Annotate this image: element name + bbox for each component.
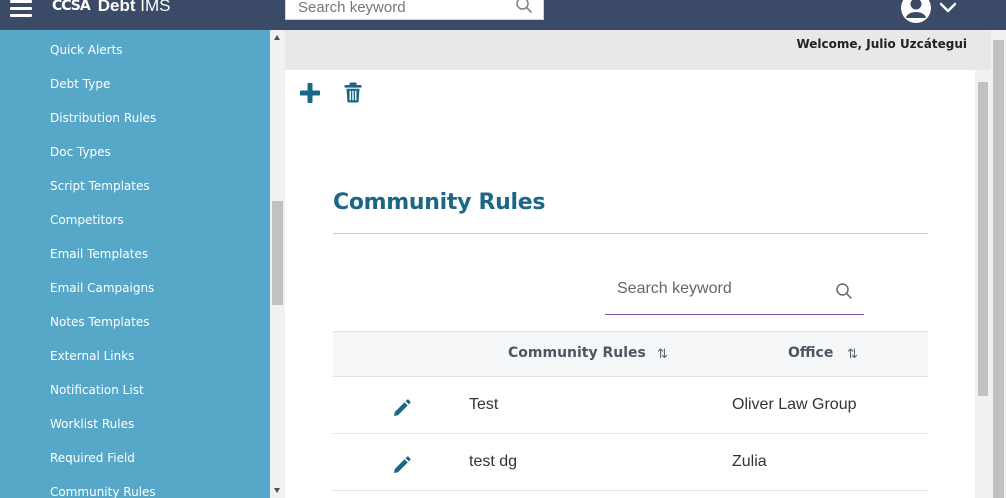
scroll-up-arrow-icon[interactable] — [274, 35, 280, 40]
trash-icon[interactable] — [342, 81, 364, 105]
sort-icon[interactable]: ⇅ — [847, 347, 858, 362]
page-scroll-thumb[interactable] — [993, 40, 1004, 498]
page-title: Community Rules — [333, 190, 546, 215]
app-logo[interactable]: CCSA Debt IMS — [52, 0, 170, 17]
cell-community-rule: test dg — [469, 453, 518, 470]
cell-office: Zulia — [732, 453, 767, 470]
sidebar-item-external-links[interactable]: External Links — [50, 349, 134, 363]
global-search-input[interactable] — [286, 0, 506, 17]
welcome-bar: Welcome, Julio Uzcátegui — [285, 30, 991, 70]
cell-office: Oliver Law Group — [732, 396, 857, 413]
sidebar-item-community-rules[interactable]: Community Rules — [50, 485, 156, 498]
sidebar-item-debt-type[interactable]: Debt Type — [50, 77, 110, 91]
content-scroll-thumb[interactable] — [978, 82, 988, 396]
top-bar: CCSA Debt IMS — [0, 0, 1006, 30]
sidebar-item-worklist-rules[interactable]: Worklist Rules — [50, 417, 134, 431]
title-divider — [333, 233, 928, 234]
sidebar-item-email-templates[interactable]: Email Templates — [50, 247, 148, 261]
logo-mark: CCSA — [52, 0, 91, 14]
column-header-community-rules[interactable]: Community Rules — [508, 345, 646, 361]
menu-icon[interactable] — [10, 0, 34, 20]
sidebar-scroll-thumb[interactable] — [272, 201, 283, 305]
table-search — [605, 271, 864, 315]
sidebar-item-email-campaigns[interactable]: Email Campaigns — [50, 281, 154, 295]
content-scrollbar[interactable] — [975, 70, 991, 498]
sidebar-item-distribution-rules[interactable]: Distribution Rules — [50, 111, 156, 125]
app-name: Debt IMS — [98, 0, 171, 16]
app-name-rest: IMS — [135, 0, 171, 15]
cell-community-rule: Test — [469, 396, 499, 413]
sidebar-item-notification-list[interactable]: Notification List — [50, 383, 144, 397]
add-icon[interactable] — [298, 81, 322, 105]
table-row: Test Oliver Law Group — [333, 377, 928, 434]
search-icon[interactable] — [835, 282, 853, 305]
scroll-down-arrow-icon[interactable] — [274, 488, 280, 493]
sidebar-item-notes-templates[interactable]: Notes Templates — [50, 315, 149, 329]
page-scrollbar[interactable] — [991, 30, 1006, 498]
sidebar: Quick Alerts Debt Type Distribution Rule… — [0, 30, 270, 498]
sidebar-item-competitors[interactable]: Competitors — [50, 213, 124, 227]
table-search-input[interactable] — [605, 277, 825, 301]
global-search — [285, 0, 544, 20]
table-row: test dg Zulia — [333, 434, 928, 491]
user-menu[interactable] — [900, 0, 962, 24]
welcome-text: Welcome, Julio Uzcátegui — [796, 37, 967, 51]
search-icon[interactable] — [515, 0, 533, 19]
sidebar-item-script-templates[interactable]: Script Templates — [50, 179, 150, 193]
sidebar-item-required-field[interactable]: Required Field — [50, 451, 135, 465]
sort-icon[interactable]: ⇅ — [657, 347, 668, 362]
community-rules-table: Community Rules ⇅ Office ⇅ Test Oliver L… — [333, 331, 928, 491]
sidebar-item-doc-types[interactable]: Doc Types — [50, 145, 111, 159]
column-header-office[interactable]: Office — [788, 345, 833, 361]
table-header: Community Rules ⇅ Office ⇅ — [333, 331, 928, 377]
sidebar-scrollbar[interactable] — [270, 30, 285, 498]
pencil-icon[interactable] — [392, 455, 412, 475]
sidebar-item-quick-alerts[interactable]: Quick Alerts — [50, 43, 123, 57]
pencil-icon[interactable] — [392, 398, 412, 418]
app-name-bold: Debt — [97, 0, 136, 15]
